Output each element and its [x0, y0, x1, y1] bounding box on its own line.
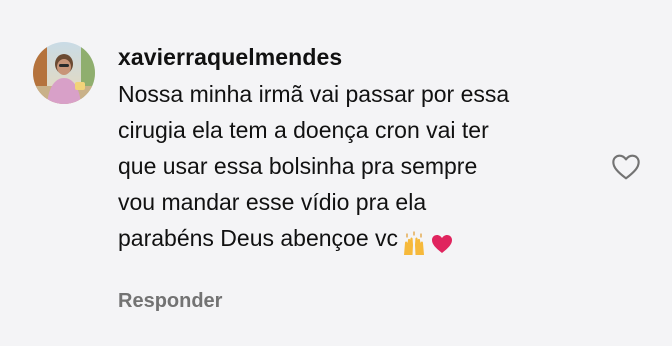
comment-username[interactable]: xavierraquelmendes: [118, 41, 598, 73]
avatar[interactable]: [33, 42, 95, 104]
comment-body: xavierraquelmendes Nossa minha irmã vai …: [118, 41, 598, 314]
comment-text-line: cirugia ela tem a doença cron vai ter: [118, 117, 489, 143]
raising-hands-emoji: [401, 224, 427, 260]
like-button[interactable]: [610, 151, 642, 183]
comment-item: xavierraquelmendes Nossa minha irmã vai …: [0, 0, 672, 346]
red-heart-emoji: [430, 224, 454, 260]
comment-text-line-content: parabéns Deus abençoe vc: [118, 225, 399, 251]
heart-outline-icon: [612, 154, 640, 180]
comment-text: Nossa minha irmã vai passar por essa cir…: [118, 76, 598, 260]
avatar-photo: [33, 42, 95, 104]
comment-text-line: vou mandar esse vídio pra ela: [118, 189, 427, 215]
comment-text-line: que usar essa bolsinha pra sempre: [118, 153, 478, 179]
comment-text-line: Nossa minha irmã vai passar por essa: [118, 81, 510, 107]
reply-button[interactable]: Responder: [118, 288, 598, 314]
comment-text-line-last: parabéns Deus abençoe vc: [118, 220, 598, 260]
